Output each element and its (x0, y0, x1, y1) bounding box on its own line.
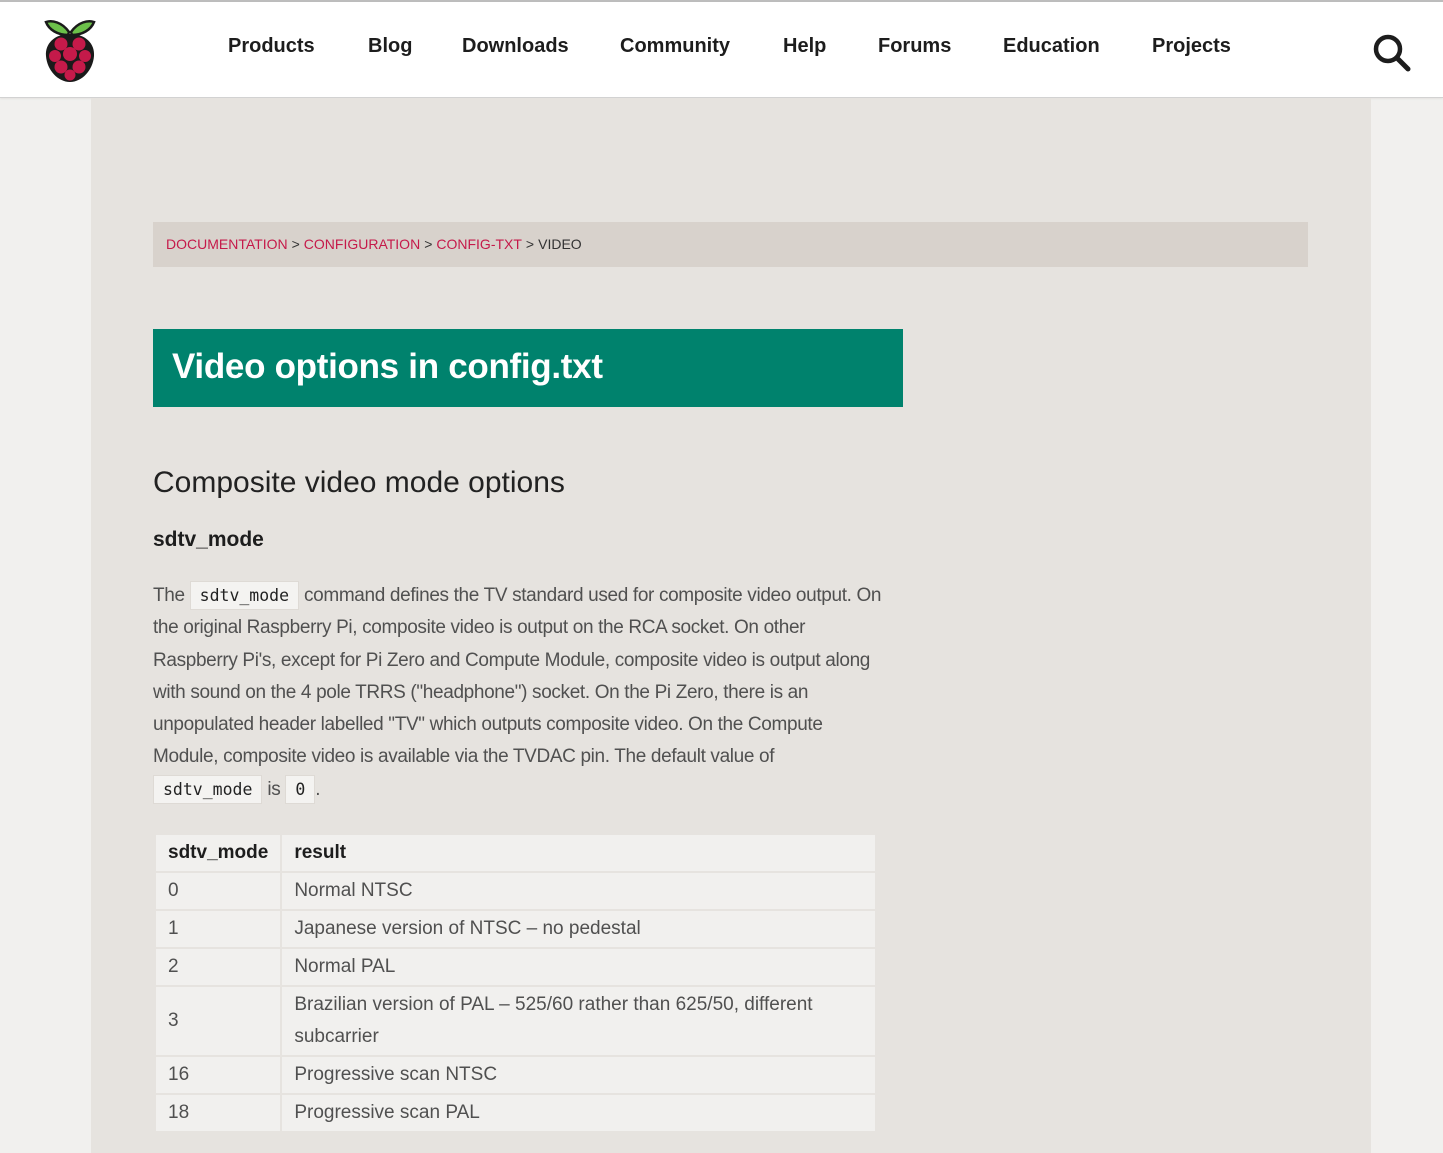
table-row: 16 Progressive scan NTSC (153, 1055, 877, 1095)
breadcrumb-configuration[interactable]: CONFIGURATION (304, 236, 420, 252)
nav-community[interactable]: Community (620, 35, 730, 58)
description-text: command defines the TV standard used for… (153, 585, 882, 768)
site-header: Products Blog Downloads Community Help F… (0, 2, 1443, 98)
nav-blog[interactable]: Blog (368, 35, 412, 58)
breadcrumb-documentation[interactable]: DOCUMENTATION (166, 236, 288, 252)
mode-value-cell: 0 (153, 871, 283, 911)
description-text: The (153, 585, 185, 606)
inline-code: sdtv_mode (153, 774, 263, 804)
table-header-row: sdtv_mode result (153, 833, 877, 873)
description-text: . (315, 778, 321, 800)
nav-products[interactable]: Products (228, 35, 315, 58)
result-cell: Normal PAL (280, 947, 877, 987)
table-row: 1 Japanese version of NTSC – no pedestal (153, 909, 877, 949)
result-cell: Progressive scan PAL (280, 1093, 877, 1133)
nav-help[interactable]: Help (783, 35, 826, 58)
page-title-banner: Video options in config.txt (153, 329, 903, 407)
result-cell: Progressive scan NTSC (280, 1055, 877, 1095)
search-icon[interactable] (1372, 33, 1412, 73)
result-cell: Normal NTSC (280, 871, 877, 911)
table-row: 3 Brazilian version of PAL – 525/60 rath… (153, 985, 877, 1057)
nav-downloads[interactable]: Downloads (462, 35, 569, 58)
breadcrumb-separator: > (424, 236, 433, 252)
mode-value-cell: 3 (153, 985, 283, 1057)
breadcrumb-config-txt[interactable]: CONFIG-TXT (436, 236, 522, 252)
result-cell: Brazilian version of PAL – 525/60 rather… (280, 985, 877, 1057)
page-title: Video options in config.txt (172, 347, 603, 386)
table-row: 0 Normal NTSC (153, 871, 877, 911)
column-header-sdtv-mode: sdtv_mode (153, 833, 283, 873)
nav-forums[interactable]: Forums (878, 35, 951, 58)
section-heading: Composite video mode options (153, 466, 565, 499)
option-description: The sdtv_mode command defines the TV sta… (153, 580, 883, 806)
breadcrumb-current: VIDEO (538, 236, 582, 252)
column-header-result: result (280, 833, 877, 873)
mode-value-cell: 18 (153, 1093, 283, 1133)
inline-code: 0 (285, 774, 316, 804)
mode-value-cell: 16 (153, 1055, 283, 1095)
result-cell: Japanese version of NTSC – no pedestal (280, 909, 877, 949)
sdtv-mode-table: sdtv_mode result 0 Normal NTSC 1 Japanes… (153, 833, 877, 1133)
table-row: 2 Normal PAL (153, 947, 877, 987)
option-heading: sdtv_mode (153, 528, 264, 551)
description-text: is (267, 778, 281, 800)
table-row: 18 Progressive scan PAL (153, 1093, 877, 1133)
breadcrumb-separator: > (291, 236, 300, 252)
main-content: DOCUMENTATION > CONFIGURATION > CONFIG-TXT > V… (91, 98, 1371, 1153)
mode-value-cell: 2 (153, 947, 283, 987)
breadcrumb-separator: > (525, 236, 535, 252)
mode-value-cell: 1 (153, 909, 283, 949)
nav-education[interactable]: Education (1003, 35, 1100, 58)
breadcrumb: DOCUMENTATION > CONFIGURATION > CONFIG-TXT > V… (153, 222, 1308, 267)
nav-projects[interactable]: Projects (1152, 35, 1231, 58)
inline-code: sdtv_mode (189, 581, 300, 610)
raspberry-pi-logo[interactable] (40, 16, 100, 84)
